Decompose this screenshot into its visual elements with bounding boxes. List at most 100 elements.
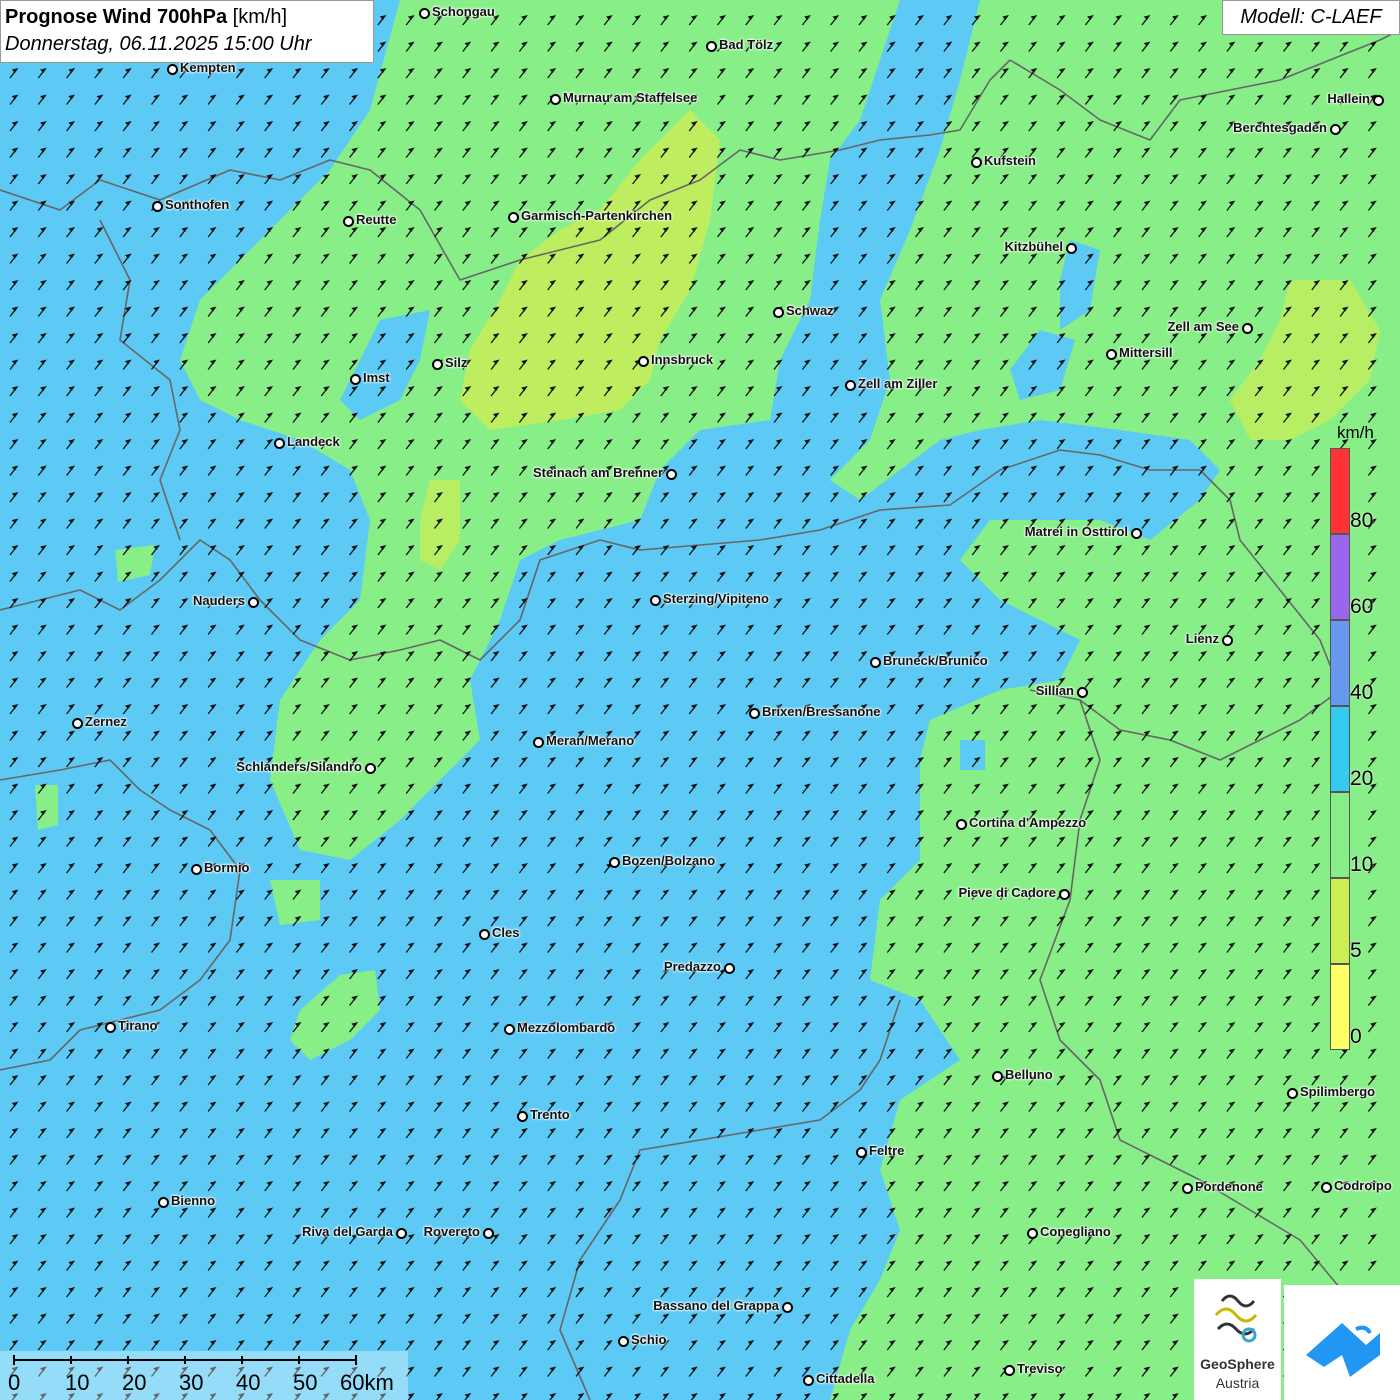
city-marker xyxy=(72,718,83,729)
legend-label: 40 xyxy=(1350,681,1374,704)
city-label: Schlanders/Silandro xyxy=(236,759,362,774)
city-label: Zell am See xyxy=(1167,319,1239,334)
city-marker xyxy=(191,864,202,875)
city-label: Steinach am Brenner xyxy=(532,465,663,480)
weather-app-logo-icon xyxy=(1306,1323,1380,1377)
city-marker xyxy=(1077,687,1088,698)
city-label: Bad Tölz xyxy=(719,37,774,52)
city-marker xyxy=(432,359,443,370)
city-label: Schio xyxy=(631,1332,667,1347)
legend-label: 5 xyxy=(1350,939,1362,962)
legend-swatch xyxy=(1330,534,1350,620)
city-marker xyxy=(773,307,784,318)
city-label: Bassano del Grappa xyxy=(653,1298,779,1313)
city-label: Kitzbühel xyxy=(1004,239,1064,254)
city-marker xyxy=(517,1111,528,1122)
title-bold: Prognose Wind 700hPa xyxy=(5,6,228,28)
city-marker xyxy=(845,380,856,391)
city-marker xyxy=(782,1302,793,1313)
city-marker xyxy=(504,1024,515,1035)
page-subtitle: Donnerstag, 06.11.2025 15:00 Uhr xyxy=(5,33,312,55)
city-marker xyxy=(365,763,376,774)
city-label: Rovereto xyxy=(423,1224,480,1239)
city-label: Feltre xyxy=(869,1143,905,1158)
city-marker xyxy=(856,1147,867,1158)
legend-label: 0 xyxy=(1350,1025,1362,1048)
city-marker xyxy=(870,657,881,668)
city-label: Codroipo xyxy=(1334,1178,1392,1193)
geosphere-logo: GeoSphere Austria xyxy=(1194,1279,1281,1400)
city-marker xyxy=(724,963,735,974)
scale-bar-label: 40 xyxy=(236,1370,261,1395)
city-marker xyxy=(1131,528,1142,539)
city-marker xyxy=(1222,635,1233,646)
city-marker xyxy=(1106,349,1117,360)
city-marker xyxy=(1373,95,1384,106)
city-label: Conegliano xyxy=(1040,1224,1111,1239)
city-marker xyxy=(956,819,967,830)
city-marker xyxy=(1066,243,1077,254)
city-label: Spilimbergo xyxy=(1300,1084,1376,1099)
model-label: Modell: C-LAEF xyxy=(1222,0,1400,35)
geosphere-logo-name: GeoSphere xyxy=(1200,1356,1275,1372)
city-marker xyxy=(1321,1182,1332,1193)
city-label: Berchtesgaden xyxy=(1233,120,1327,135)
legend-label: 60 xyxy=(1350,595,1374,618)
geosphere-logo-icon xyxy=(1214,1294,1258,1343)
city-marker xyxy=(1330,124,1341,135)
city-label: Pieve di Cadore xyxy=(958,885,1056,900)
city-marker xyxy=(618,1336,629,1347)
legend-swatch xyxy=(1330,620,1350,706)
city-label: Meran/Merano xyxy=(546,733,635,748)
city-label: Zell am Ziller xyxy=(858,376,938,391)
city-label: Landeck xyxy=(287,434,340,449)
legend-unit: km/h xyxy=(1337,423,1374,442)
city-marker xyxy=(350,374,361,385)
city-marker xyxy=(158,1197,169,1208)
city-label: Trento xyxy=(530,1107,570,1122)
zone-10-20-patch2 xyxy=(35,785,58,830)
city-label: Mittersill xyxy=(1119,345,1173,360)
scale-bar-label: 50 xyxy=(293,1370,318,1395)
page-title: Prognose Wind 700hPa [km/h] xyxy=(5,4,369,31)
city-marker xyxy=(803,1375,814,1386)
city-label: Treviso xyxy=(1017,1361,1063,1376)
city-marker xyxy=(992,1071,1003,1082)
legend-label: 80 xyxy=(1350,509,1374,532)
city-marker xyxy=(167,64,178,75)
city-label: Imst xyxy=(363,370,390,385)
city-label: Brixen/Bressanone xyxy=(762,704,881,719)
legend-swatch xyxy=(1330,448,1350,534)
city-marker xyxy=(533,737,544,748)
scale-bar-label: 20 xyxy=(122,1370,147,1395)
city-label: Sterzing/Vipiteno xyxy=(663,591,769,606)
legend-swatch xyxy=(1330,964,1350,1050)
city-marker xyxy=(706,41,717,52)
legend-swatch xyxy=(1330,792,1350,878)
city-marker xyxy=(1242,323,1253,334)
city-label: Bozen/Bolzano xyxy=(622,853,716,868)
city-label: Mezzolombardo xyxy=(517,1020,616,1035)
city-marker xyxy=(1182,1183,1193,1194)
city-marker xyxy=(609,857,620,868)
city-label: Innsbruck xyxy=(651,352,714,367)
city-marker xyxy=(479,929,490,940)
city-label: Bruneck/Brunico xyxy=(883,653,988,668)
city-marker xyxy=(1027,1228,1038,1239)
city-label: Reutte xyxy=(356,212,397,227)
city-label: Lienz xyxy=(1185,631,1219,646)
city-label: Cortina d'Ampezzo xyxy=(969,815,1087,830)
scale-bar-label: 60km xyxy=(340,1370,394,1395)
geosphere-logo-sub: Austria xyxy=(1215,1375,1260,1391)
city-label: Matrei in Osttirol xyxy=(1024,524,1128,539)
city-marker xyxy=(971,157,982,168)
city-label: Schongau xyxy=(432,4,495,19)
city-marker xyxy=(666,469,677,480)
city-marker xyxy=(152,201,163,212)
city-marker xyxy=(749,708,760,719)
city-marker xyxy=(343,216,354,227)
legend-swatch xyxy=(1330,706,1350,792)
city-marker xyxy=(419,8,430,19)
city-label: Cles xyxy=(492,925,520,940)
zone-20-40-cortina xyxy=(960,740,985,770)
